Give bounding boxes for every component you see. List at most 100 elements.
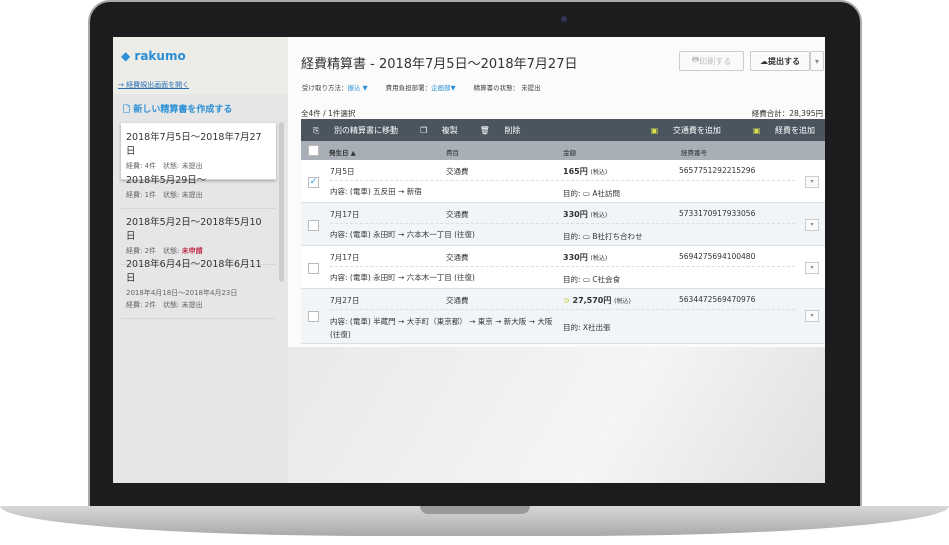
row-purpose: 目的: X社出張 (563, 323, 611, 332)
row-item: 交通費 (446, 167, 469, 176)
screen: ◆ rakumo → 経費規出画面を開く 🗋 新しい精算書を作成する 2018年… (113, 37, 825, 483)
camera (561, 16, 567, 22)
column-number: 経費番号 (681, 149, 707, 157)
sidebar-scrollbar[interactable] (279, 122, 284, 282)
row-item: 交通費 (446, 253, 469, 262)
row-divider (330, 180, 795, 181)
state-label: 精算書の状態： (473, 84, 520, 92)
table-header: 発生日 ▲ 費目 金額 経費番号 (301, 141, 825, 160)
state-value: 未提出 (521, 84, 541, 92)
row-content: 内容: (電車) 半蔵門 → 大手町（東京都） → 東京 → 新大阪 → 大阪 … (330, 317, 553, 339)
report-status: 未提出 (181, 301, 203, 309)
submit-label: 提出する (768, 56, 800, 66)
column-amount: 金額 (563, 149, 576, 157)
report-status: 未提出 (181, 191, 203, 199)
amount-value: 330円 (563, 210, 588, 219)
row-purpose: 目的: ▭ C社会食 (563, 275, 621, 284)
table-row[interactable]: ✓ 7月5日 交通費 165円 (税込) 5657751292215296 内容… (301, 160, 825, 203)
row-checkbox[interactable] (308, 311, 319, 322)
printer-icon: 🖶 (691, 55, 700, 64)
row-date: 7月17日 (330, 253, 360, 262)
tax-label: (税込) (590, 169, 608, 176)
move-button[interactable]: ⎘ 別の精算書に移動 (313, 125, 398, 136)
submit-dropdown[interactable]: ▾ (810, 51, 824, 71)
status-label: 状態: (163, 191, 180, 199)
logo: ◆ rakumo (121, 49, 186, 63)
logo-text: rakumo (134, 49, 186, 63)
report-meta: 受け取り方法：振込 ▼ 費用負担部署：企画部▼ 精算書の状態： 未提出 (302, 82, 541, 92)
open-link[interactable]: → 経費規出画面を開く (118, 80, 189, 90)
expense-total: 経費合計：28,395円 (751, 109, 823, 118)
row-menu-button[interactable]: ▾ (805, 310, 819, 322)
main-panel: 経費精算書 - 2018年7月5日〜2018年7月27日 🖶 印刷する ☁ 提出… (288, 37, 825, 347)
row-menu-button[interactable]: ▾ (805, 219, 819, 231)
row-menu-button[interactable]: ▾ (805, 262, 819, 274)
row-amount: 330円 (税込) (563, 209, 607, 220)
amount-value: 165円 (563, 167, 588, 176)
row-amount: ⊃ 27,570円 (税込) (563, 295, 631, 306)
dept-label: 費用負担部署： (385, 84, 432, 92)
delete-label: 削除 (504, 125, 521, 135)
print-button[interactable]: 🖶 印刷する (679, 51, 744, 71)
chevron-down-icon: ▾ (814, 56, 819, 66)
transport-icon: ▣ (650, 125, 661, 135)
add-transport-button[interactable]: ▣ 交通費を追加 (639, 125, 721, 136)
amount-value: 330円 (563, 253, 588, 262)
column-item: 費目 (446, 149, 459, 157)
selection-count: 全4件 / 1件選択 (301, 109, 356, 118)
status-label: 状態: (163, 301, 180, 309)
report-list: 🗋 新しい精算書を作成する 2018年7月5日〜2018年7月27日 経費: 4件… (113, 94, 288, 483)
row-amount: 165円 (税込) (563, 166, 607, 177)
new-report-button[interactable]: 🗋 新しい精算書を作成する (123, 102, 232, 118)
report-subtitle: 2018年4月18日〜2018年4月23日 (126, 289, 238, 297)
empty-area (288, 347, 825, 483)
row-item: 交通費 (446, 296, 469, 305)
row-menu-button[interactable]: ▾ (805, 176, 819, 188)
submit-button[interactable]: ☁ 提出する (750, 51, 810, 71)
receive-method-select[interactable]: 振込 ▼ (348, 84, 368, 92)
dept-select[interactable]: 企画部▼ (431, 84, 456, 92)
table-row[interactable]: 7月17日 交通費 330円 (税込) 5733170917933056 内容:… (301, 203, 825, 246)
new-report-label: 新しい精算書を作成する (133, 105, 233, 115)
select-all-checkbox[interactable] (308, 145, 319, 156)
toolbar: ⎘ 別の精算書に移動 ❐ 複製 🗑 削除 ▣ 交通費を追加 ▣ 経費を追加 (301, 119, 825, 141)
copy-label: 複製 (441, 125, 458, 135)
table-row[interactable]: 7月27日 交通費 ⊃ 27,570円 (税込) 563447256947097… (301, 289, 825, 344)
row-checkbox[interactable] (308, 220, 319, 231)
row-number: 5733170917933056 (679, 209, 756, 218)
row-checkbox[interactable]: ✓ (308, 177, 319, 188)
cloud-upload-icon: ☁ (760, 56, 768, 66)
receive-label: 受け取り方法： (302, 84, 348, 92)
tax-label: (税込) (590, 255, 608, 262)
print-label: 印刷する (699, 56, 732, 66)
row-divider (330, 223, 795, 224)
delete-button[interactable]: 🗑 削除 (480, 125, 521, 136)
report-card[interactable]: 2018年5月29日〜 経費: 1件 状態: 未提出 (121, 166, 276, 209)
expense-table: ✓ 7月5日 交通費 165円 (税込) 5657751292215296 内容… (301, 160, 825, 344)
report-title: 2018年6月4日〜2018年6月11日 (126, 259, 262, 284)
row-number: 5694275694100480 (679, 252, 756, 261)
row-content: 内容: (電車) 永田町 → 六本木一丁目 (往復) (330, 230, 475, 239)
row-number: 5657751292215296 (679, 166, 756, 175)
row-date: 7月17日 (330, 210, 360, 219)
report-title: 2018年5月2日〜2018年5月10日 (126, 217, 262, 242)
row-number: 5634472569470976 (679, 295, 756, 304)
report-card[interactable]: 2018年6月4日〜2018年6月11日 2018年4月18日〜2018年4月23… (121, 250, 276, 319)
column-date[interactable]: 発生日 ▲ (329, 147, 356, 157)
row-purpose: 目的: ▭ A社訪問 (563, 189, 621, 198)
expense-icon: ▣ (752, 125, 763, 135)
report-title: 2018年7月5日〜2018年7月27日 (126, 132, 262, 157)
laptop-notch (420, 506, 530, 514)
add-expense-button[interactable]: ▣ 経費を追加 (741, 125, 815, 136)
row-item: 交通費 (446, 210, 469, 219)
logo-icon: ◆ (121, 49, 135, 63)
add-expense-label: 経費を追加 (775, 125, 815, 135)
table-row[interactable]: 7月17日 交通費 330円 (税込) 5694275694100480 内容:… (301, 246, 825, 289)
report-count: 経費: 2件 (126, 301, 157, 309)
move-label: 別の精算書に移動 (333, 125, 398, 135)
copy-button[interactable]: ❐ 複製 (420, 125, 458, 136)
row-checkbox[interactable] (308, 263, 319, 274)
row-content: 内容: (電車) 五反田 → 新宿 (330, 187, 422, 196)
row-purpose: 目的: ▭ B社打ち合わせ (563, 232, 643, 241)
ic-card-icon: ⊃ (563, 296, 573, 305)
